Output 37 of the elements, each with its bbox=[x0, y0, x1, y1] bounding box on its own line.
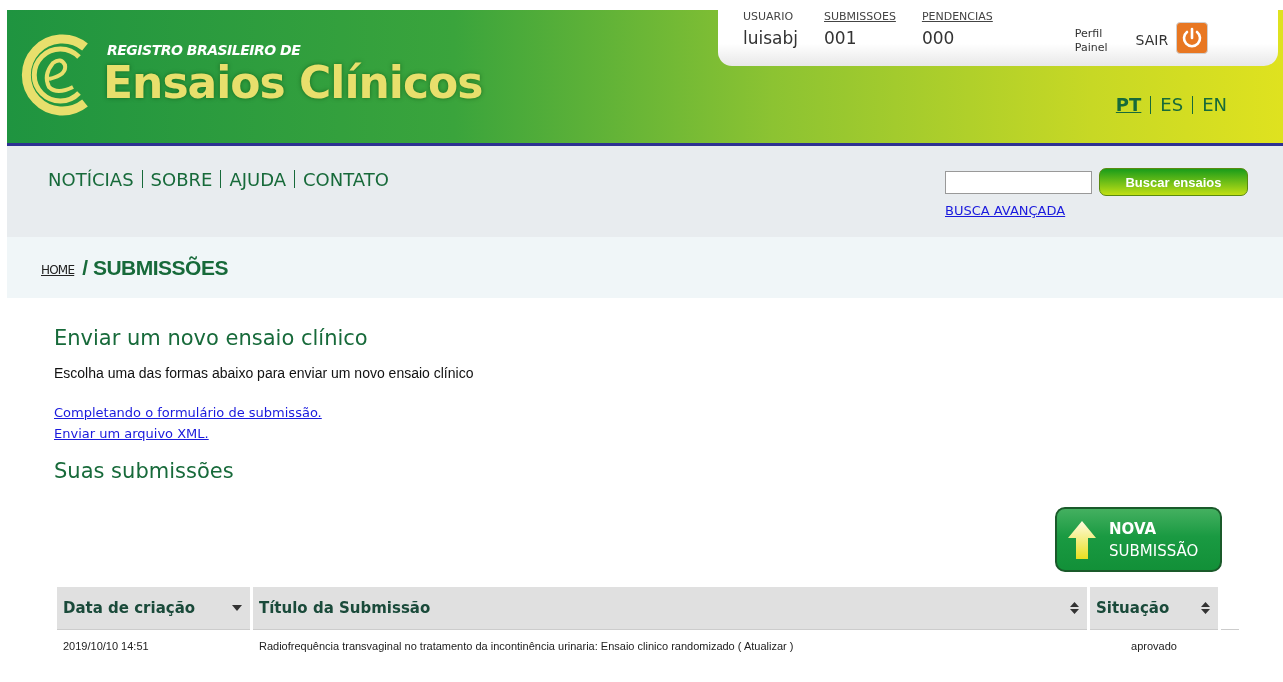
language-link[interactable]: ES bbox=[1160, 94, 1184, 115]
language-link[interactable]: PT bbox=[1115, 94, 1142, 115]
panel-label: USUARIO bbox=[743, 10, 795, 24]
section-heading: Suas submissões bbox=[54, 458, 235, 485]
table-cell: Radiofrequência transvaginal no tratamento da incontinência urinaria: Ensaio clinico randomizado ( Atualizar ) bbox=[253, 629, 1087, 662]
profile-link[interactable]: Painel bbox=[1074, 41, 1108, 55]
new-submission-button[interactable]: NOVA SUBMISSÃO bbox=[1055, 507, 1222, 572]
language-link[interactable]: EN bbox=[1202, 94, 1227, 115]
home-link[interactable]: HOME bbox=[41, 262, 75, 277]
table-cell: 2019/10/10 14:51 bbox=[57, 629, 250, 662]
logo-subtitle: REGISTRO BRASILEIRO DE bbox=[107, 42, 302, 58]
advanced-search-link[interactable]: BUSCA AVANÇADA bbox=[945, 203, 1248, 218]
column-header[interactable]: Data de criação bbox=[57, 587, 250, 629]
column-header[interactable]: Título da Submissão bbox=[253, 587, 1087, 629]
intro-text: Escolha uma das formas abaixo para enviar um novo ensaio clínico bbox=[54, 365, 475, 381]
nav-link[interactable]: NOTÍCIAS bbox=[48, 168, 134, 190]
logo-title: Ensaios Clínicos bbox=[103, 58, 483, 108]
section-heading: Enviar um novo ensaio clínico bbox=[54, 325, 369, 352]
nav-link[interactable]: CONTATO bbox=[303, 168, 389, 190]
logout-label: SAIR bbox=[1135, 32, 1169, 48]
search-field[interactable] bbox=[945, 170, 1092, 194]
panel-value: 001 bbox=[824, 28, 858, 48]
nav-link[interactable]: AJUDA bbox=[229, 168, 287, 190]
submission-option-link[interactable]: Completando o formulário de submissão. bbox=[54, 405, 322, 420]
column-header[interactable]: Situação bbox=[1090, 587, 1218, 629]
power-icon bbox=[1181, 27, 1204, 49]
panel-link[interactable]: PENDENCIAS bbox=[921, 10, 993, 24]
profile-link[interactable]: Perfil bbox=[1074, 27, 1108, 41]
panel-value: luisabj bbox=[743, 28, 798, 48]
table-cell: aprovado bbox=[1090, 629, 1218, 662]
arrow-up-icon bbox=[1067, 519, 1097, 560]
page-title: / SUBMISSÕES bbox=[82, 255, 228, 280]
panel-value: 000 bbox=[921, 28, 956, 48]
nav-link[interactable]: SOBRE bbox=[150, 168, 213, 190]
submission-option-link[interactable]: Enviar um arquivo XML. bbox=[54, 426, 209, 441]
panel-link[interactable]: SUBMISSOES bbox=[824, 10, 896, 24]
logout-button[interactable] bbox=[1176, 22, 1209, 54]
